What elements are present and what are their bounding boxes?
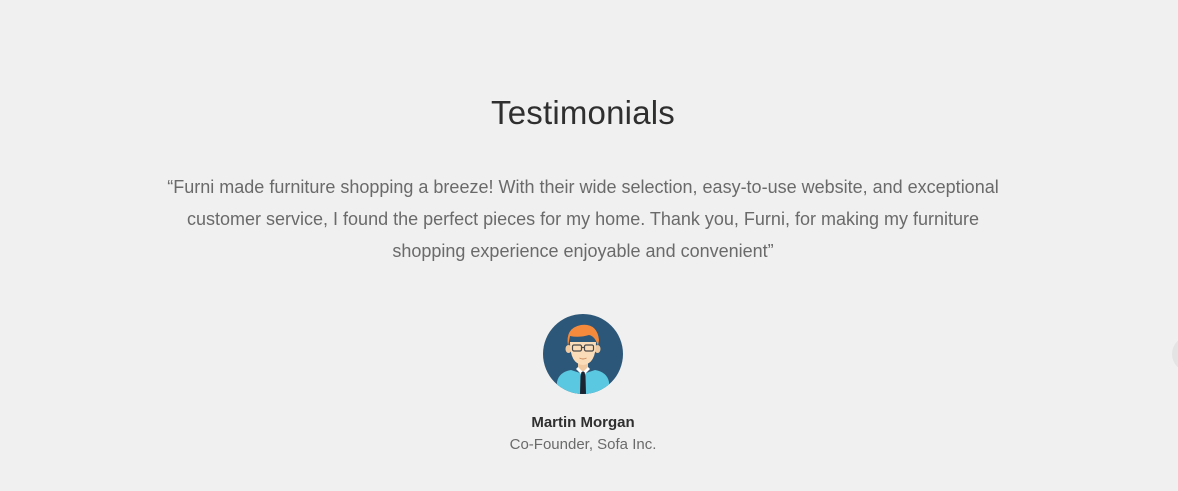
testimonial-quote: “Furni made furniture shopping a breeze!… (167, 177, 999, 261)
section-title: Testimonials (491, 94, 675, 131)
author-name: Martin Morgan (531, 414, 635, 431)
testimonials-section: Testimonials “Furni made furniture shopp… (0, 0, 1178, 491)
person-avatar-icon (543, 314, 623, 394)
author-avatar (543, 314, 623, 394)
author-role: Co-Founder, Sofa Inc. (509, 436, 657, 453)
